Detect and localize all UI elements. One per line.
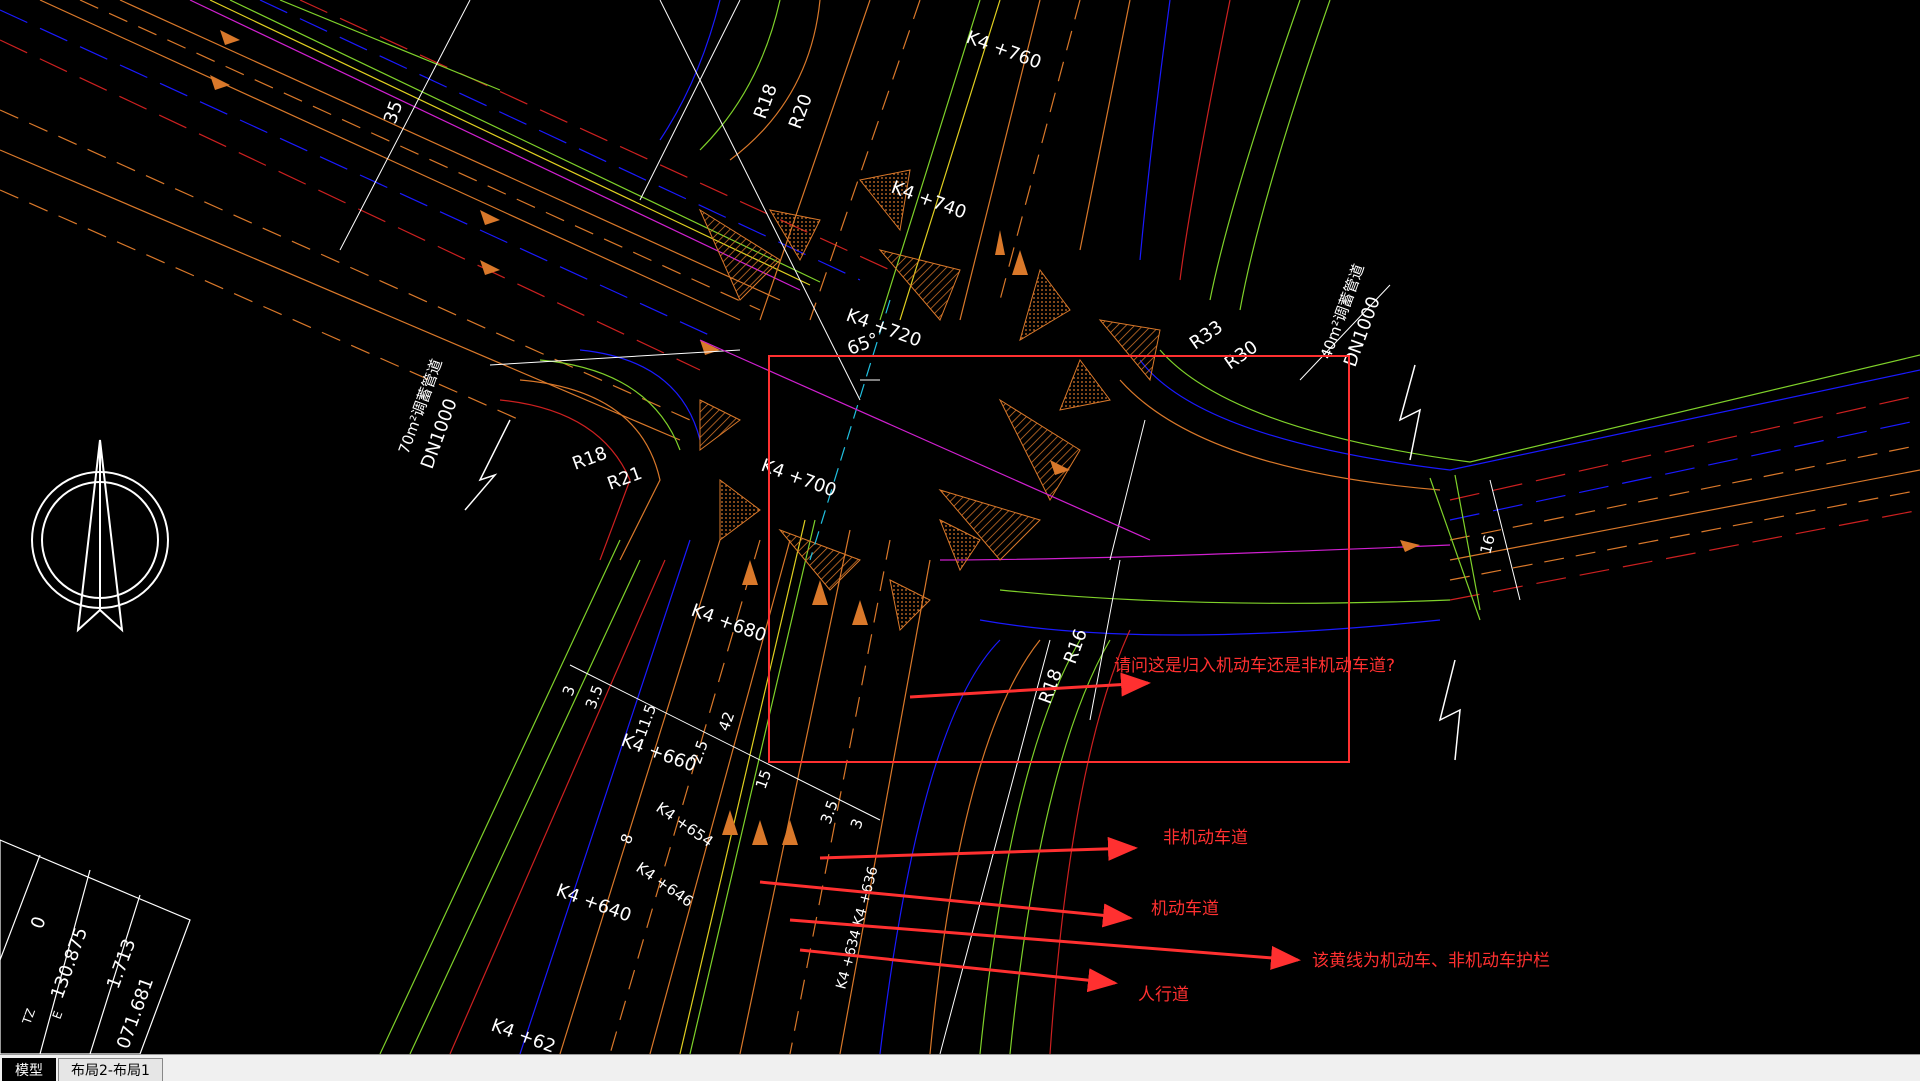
- station-label: K4 +700: [758, 455, 839, 502]
- center-lines: [699, 299, 1151, 561]
- dimension-label: 8: [617, 831, 637, 846]
- annotation-motor-lane: 机动车道: [1151, 899, 1219, 919]
- annotation-sidewalk: 人行道: [1138, 985, 1189, 1005]
- north-arrow-icon: [31, 439, 169, 633]
- radius-label: R18: [1035, 666, 1067, 706]
- annotation-arrow: [759, 880, 1133, 928]
- dimension-label: 3: [559, 683, 579, 698]
- station-label: K4 +646: [633, 859, 697, 911]
- station-label: K4 +680: [688, 600, 769, 647]
- radius-label: R21: [605, 463, 645, 495]
- road-upper-left: [0, 0, 891, 441]
- lane-arrows: [210, 30, 1420, 845]
- dimension-label: 3.5: [817, 798, 842, 827]
- dimension-label: 42: [715, 709, 738, 733]
- dimension-label: 16: [1476, 533, 1498, 556]
- annotation-arrow: [909, 672, 1151, 699]
- layout-tab-bar: 模型 布局2-布局1: [0, 1054, 1920, 1081]
- dimension-label: 3.5: [582, 683, 607, 712]
- annotation-non-motor-lane: 非机动车道: [1163, 828, 1248, 848]
- annotation-arrow: [819, 836, 1138, 861]
- annotation-arrow: [789, 918, 1301, 970]
- station-label: K4 +640: [553, 880, 634, 927]
- dimension-label: 2.5: [687, 738, 712, 767]
- dimension-label: 11.5: [632, 702, 660, 740]
- station-label: K4 +654: [653, 799, 717, 851]
- table-value: 130.875: [47, 925, 92, 1002]
- annotation-guardrail: 该黄线为机动车、非机动车护栏: [1312, 951, 1550, 971]
- tab-layout[interactable]: 布局2-布局1: [58, 1058, 163, 1081]
- radius-label: R18: [570, 443, 610, 475]
- dimension-label: 35: [380, 98, 408, 127]
- radius-label: R18: [750, 81, 782, 121]
- radius-label: R20: [785, 91, 817, 131]
- table-label: E: [50, 1009, 66, 1021]
- dimension-label: 15: [752, 767, 775, 791]
- table-value: 0: [27, 914, 51, 932]
- tab-model[interactable]: 模型: [2, 1058, 56, 1081]
- dimension-label: 3: [847, 816, 867, 831]
- cad-drawing-canvas[interactable]: 0 130.875 1.713 071.681 TZ E K4 +760 K4 …: [0, 0, 1920, 1054]
- annotation-question: 请问这是归入机动车还是非机动车道?: [1114, 656, 1395, 676]
- radius-label: R33: [1186, 317, 1227, 355]
- table-label: TZ: [19, 1007, 38, 1027]
- radius-label: R16: [1060, 626, 1092, 666]
- station-label: K4 +62: [488, 1015, 558, 1054]
